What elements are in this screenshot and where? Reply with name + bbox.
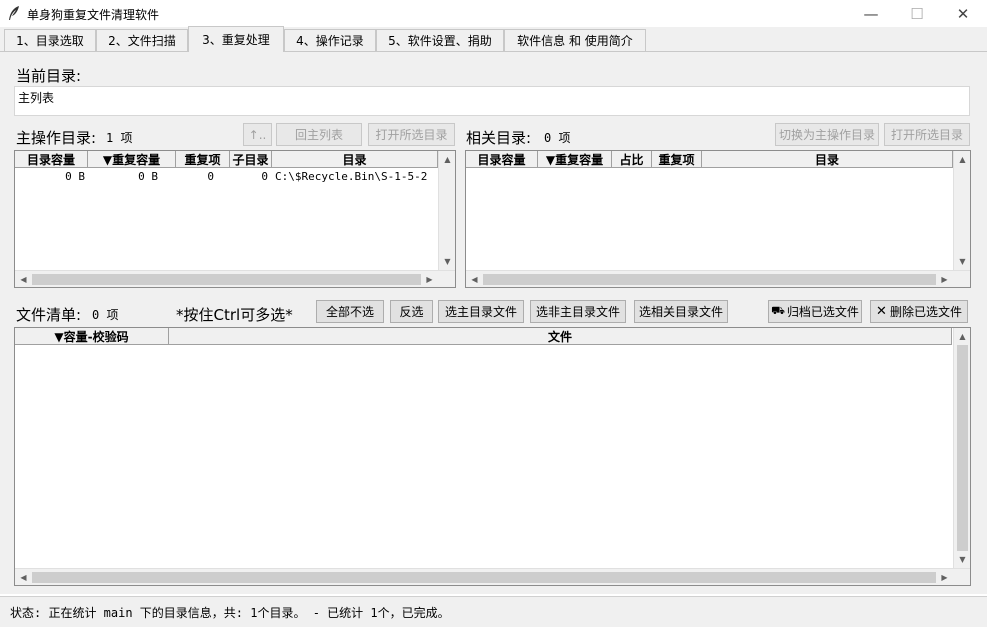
related-dir-label: 相关目录: [466, 129, 532, 147]
col-dup-items[interactable]: 重复项 [176, 151, 230, 168]
select-main-files-button[interactable]: 选主目录文件 [438, 300, 524, 323]
up-dir-button[interactable]: ↑.. [243, 123, 272, 146]
hscroll-thumb[interactable] [32, 572, 936, 583]
col-rel-ratio[interactable]: 占比 [612, 151, 652, 168]
vscroll-thumb[interactable] [957, 345, 968, 551]
scroll-right-icon[interactable]: ▶ [936, 271, 953, 288]
delete-selected-label: 删除已选文件 [889, 305, 962, 319]
open-selected-dir-button[interactable]: 打开所选目录 [368, 123, 455, 146]
select-related-files-button[interactable]: 选相关目录文件 [634, 300, 728, 323]
file-list-count: 0 项 [92, 308, 119, 322]
feather-icon [9, 6, 19, 20]
close-button[interactable]: ✕ [940, 0, 986, 27]
hscroll-thumb[interactable] [483, 274, 936, 285]
back-main-list-button[interactable]: 回主列表 [276, 123, 362, 146]
row-dup-size: 0 B [138, 170, 158, 183]
invert-selection-button[interactable]: 反选 [390, 300, 433, 323]
table-row[interactable]: 0 B 0 B 0 0 C:\$Recycle.Bin\S-1-5-2 [15, 170, 438, 186]
col-dir-size[interactable]: 目录容量 [15, 151, 88, 168]
col-subdirs[interactable]: 子目录 [230, 151, 272, 168]
delete-icon: ✕ [876, 304, 887, 319]
related-dir-list[interactable]: 目录容量 ▼重复容量 占比 重复项 目录 ▲ ▼ ◀ ▶ [465, 150, 971, 288]
archive-selected-button[interactable]: ⛟ 归档已选文件 [768, 300, 862, 323]
related-dir-hscroll[interactable]: ◀ ▶ [466, 270, 970, 287]
current-dir-field[interactable]: 主列表 [14, 86, 970, 116]
tab-settings-donate[interactable]: 5、软件设置、捐助 [376, 29, 504, 51]
main-dir-label: 主操作目录: [16, 129, 97, 147]
col-rel-dup-size[interactable]: ▼重复容量 [538, 151, 612, 168]
multi-select-hint: *按住Ctrl可多选* [176, 306, 293, 324]
col-rel-directory[interactable]: 目录 [702, 151, 953, 168]
archive-selected-label: 归档已选文件 [786, 305, 859, 319]
col-file[interactable]: 文件 [169, 328, 952, 345]
delete-selected-button[interactable]: ✕ 删除已选文件 [870, 300, 968, 323]
related-dir-count: 0 项 [544, 131, 571, 145]
scroll-down-icon[interactable]: ▼ [954, 253, 971, 270]
main-dir-hscroll[interactable]: ◀ ▶ [15, 270, 455, 287]
deselect-all-button[interactable]: 全部不选 [316, 300, 384, 323]
row-path: C:\$Recycle.Bin\S-1-5-2 [275, 170, 428, 183]
scroll-up-icon[interactable]: ▲ [954, 151, 971, 168]
scroll-up-icon[interactable]: ▲ [439, 151, 456, 168]
status-text: 状态: 正在统计 main 下的目录信息，共: 1个目录。 - 已统计 1个，已… [10, 606, 450, 620]
main-dir-list[interactable]: 目录容量 ▼重复容量 重复项 子目录 目录 0 B 0 B 0 0 C:\$Re… [14, 150, 456, 288]
col-rel-dir-size[interactable]: 目录容量 [466, 151, 538, 168]
row-dir-size: 0 B [65, 170, 85, 183]
col-rel-dup-items[interactable]: 重复项 [652, 151, 702, 168]
scroll-down-icon[interactable]: ▼ [439, 253, 456, 270]
main-dir-count: 1 项 [106, 131, 133, 145]
scroll-up-icon[interactable]: ▲ [954, 328, 971, 345]
scroll-left-icon[interactable]: ◀ [466, 271, 483, 288]
tab-file-scan[interactable]: 2、文件扫描 [96, 29, 188, 51]
row-dup-items: 0 [207, 170, 214, 183]
related-dir-vscroll[interactable]: ▲ ▼ [953, 151, 970, 270]
scroll-left-icon[interactable]: ◀ [15, 569, 32, 586]
tab-duplicate-process[interactable]: 3、重复处理 [188, 26, 284, 52]
tab-dir-select[interactable]: 1、目录选取 [4, 29, 96, 51]
main-dir-vscroll[interactable]: ▲ ▼ [438, 151, 455, 270]
scroll-left-icon[interactable]: ◀ [15, 271, 32, 288]
file-list[interactable]: ▼容量-校验码 文件 ▲ ▼ ◀ ▶ [14, 327, 971, 586]
minimize-button[interactable]: — [848, 0, 894, 27]
tab-software-info[interactable]: 软件信息 和 使用简介 [504, 29, 646, 51]
window-title: 单身狗重复文件清理软件 [27, 8, 160, 22]
tab-operation-log[interactable]: 4、操作记录 [284, 29, 376, 51]
scroll-right-icon[interactable]: ▶ [936, 569, 953, 586]
col-directory[interactable]: 目录 [272, 151, 438, 168]
hscroll-thumb[interactable] [32, 274, 421, 285]
file-list-label: 文件清单: [16, 306, 82, 324]
file-list-vscroll[interactable]: ▲ ▼ [953, 328, 970, 568]
col-dup-size[interactable]: ▼重复容量 [88, 151, 176, 168]
open-related-dir-button[interactable]: 打开所选目录 [884, 123, 970, 146]
scroll-right-icon[interactable]: ▶ [421, 271, 438, 288]
row-subdirs: 0 [261, 170, 268, 183]
file-list-hscroll[interactable]: ◀ ▶ [15, 568, 970, 585]
select-non-main-files-button[interactable]: 选非主目录文件 [530, 300, 626, 323]
current-dir-label: 当前目录: [16, 67, 82, 85]
archive-icon: ⛟ [771, 304, 785, 317]
switch-main-dir-button[interactable]: 切换为主操作目录 [775, 123, 879, 146]
col-size-checksum[interactable]: ▼容量-校验码 [15, 328, 169, 345]
scroll-down-icon[interactable]: ▼ [954, 551, 971, 568]
maximize-button[interactable]: ☐ [894, 0, 940, 27]
